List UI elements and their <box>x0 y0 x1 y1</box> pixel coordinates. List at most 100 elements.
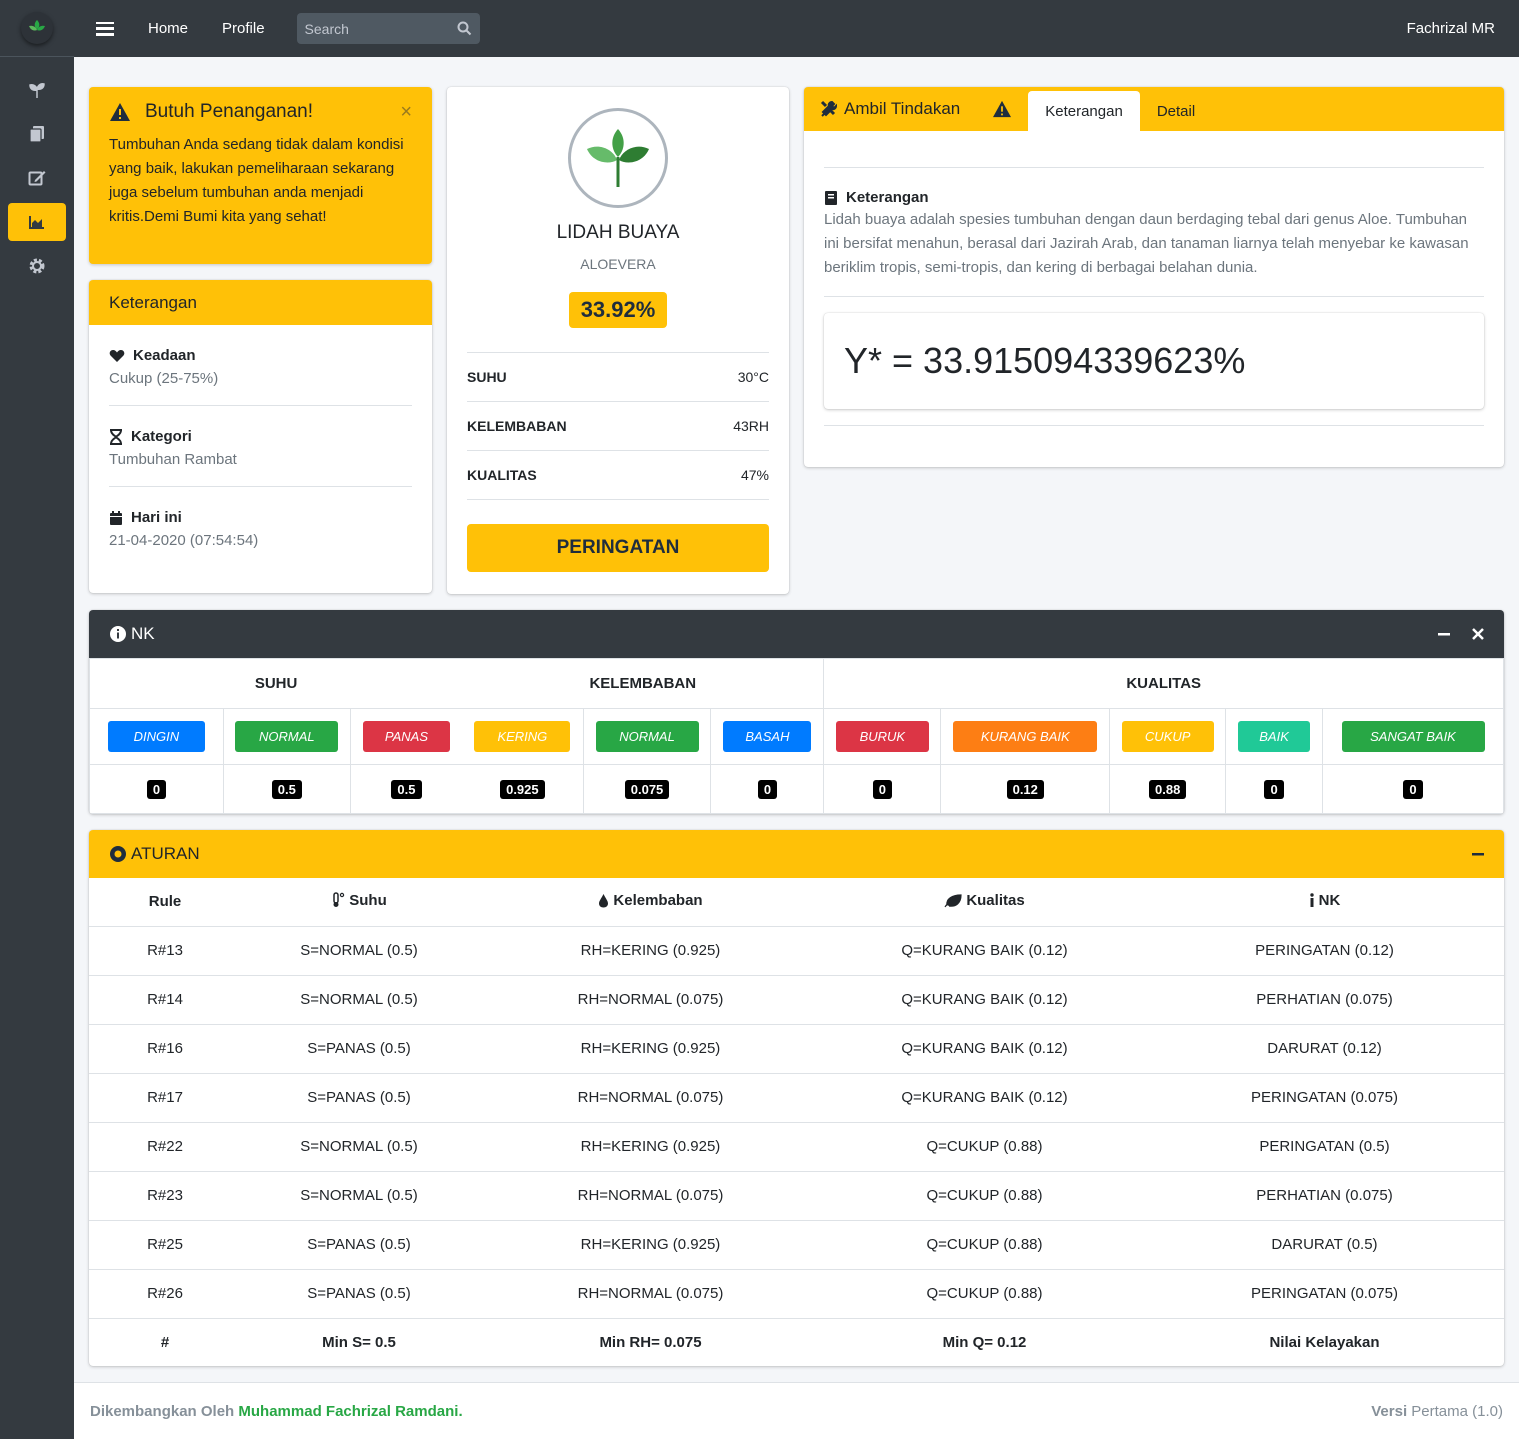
heart-icon <box>109 349 125 362</box>
nk-group-suhu: SUHU <box>89 658 463 709</box>
action-tabs: Ambil Tindakan Keterangan Detail <box>804 87 1504 131</box>
rule-cell: R#23 <box>89 1170 241 1220</box>
rules-footer-nilai: Nilai Kelayakan <box>1145 1317 1504 1366</box>
rules-header-rule: Rule <box>148 893 182 911</box>
book-icon <box>825 190 837 205</box>
tab-detail[interactable]: Detail <box>1140 91 1212 131</box>
brand[interactable] <box>0 0 74 57</box>
plant-card: LIDAH BUAYA ALOEVERA 33.92% SUHU 30°C KEL… <box>447 87 789 594</box>
action-title: Ambil Tindakan <box>820 87 960 131</box>
stat-row-kelembaban: KELEMBABAN 43RH <box>467 402 769 451</box>
rule-cell: RH=NORMAL (0.075) <box>477 974 824 1024</box>
rule-cell: S=PANAS (0.5) <box>241 1072 477 1122</box>
footer-version: Versi Pertama (1.0) <box>1371 1403 1503 1420</box>
user-name[interactable]: Fachrizal MR <box>1407 20 1495 37</box>
rules-title: ATURAN <box>131 844 200 863</box>
rule-row: R#25 S=PANAS (0.5) RH=KERING (0.925) Q=CUKU… <box>89 1219 1504 1269</box>
rules-header-kelembaban: Kelembaban <box>477 878 824 926</box>
nk-value: 0 <box>757 779 778 799</box>
rule-cell: Q=CUKUP (0.88) <box>824 1121 1145 1171</box>
nk-label: KERING <box>474 721 571 752</box>
nav-profile[interactable]: Profile <box>222 20 265 37</box>
search-input[interactable] <box>304 20 445 37</box>
close-icon[interactable] <box>1472 628 1484 640</box>
nk-value-cell: 0 <box>710 764 824 814</box>
alert-text: Tumbuhan Anda sedang tidak dalam kondisi… <box>109 136 404 225</box>
tools-icon <box>820 100 838 117</box>
topbar: Home Profile Fachrizal MR <box>74 0 1519 57</box>
footer-dev-link[interactable]: Muhammad Fachrizal Ramdani. <box>238 1403 462 1420</box>
rule-cell: Q=CUKUP (0.88) <box>824 1219 1145 1269</box>
minimize-icon[interactable] <box>1472 848 1484 860</box>
rule-cell: S=PANAS (0.5) <box>241 1023 477 1073</box>
seedling-icon <box>29 83 45 98</box>
rule-cell: R#13 <box>89 925 241 975</box>
alert-close-button[interactable]: × <box>400 101 412 124</box>
nk-label-cell: CUKUP <box>1109 708 1227 765</box>
tab-warning[interactable] <box>992 87 1012 131</box>
sidebar-item-pages[interactable] <box>8 115 66 153</box>
rules-header: ATURAN <box>89 830 1504 878</box>
rule-cell: Q=KURANG BAIK (0.12) <box>824 925 1145 975</box>
nav-home[interactable]: Home <box>148 20 188 37</box>
nk-label-cell: NORMAL <box>582 708 712 765</box>
nk-label-cell: DINGIN <box>89 708 224 765</box>
nk-value-cell: 0.12 <box>940 764 1111 814</box>
tab-keterangan[interactable]: Keterangan <box>1028 91 1140 131</box>
peringatan-button[interactable]: PERINGATAN <box>467 524 769 572</box>
warning-icon <box>993 100 1012 118</box>
keadaan-label: Keadaan <box>133 347 196 364</box>
sidebar-item-chart[interactable] <box>8 203 66 241</box>
nk-label: SANGAT BAIK <box>1341 721 1485 752</box>
rule-cell: Q=CUKUP (0.88) <box>824 1170 1145 1220</box>
copy-icon <box>29 126 44 143</box>
nk-value: 0.075 <box>624 779 670 799</box>
nk-label-cell: BURUK <box>823 708 942 765</box>
rules-card: ATURAN Rule Suhu Kelembaban Kualitas NK … <box>89 830 1504 1366</box>
rule-row: R#13 S=NORMAL (0.5) RH=KERING (0.925) Q=KUR… <box>89 925 1504 975</box>
nk-value-cell: 0 <box>823 764 942 814</box>
desc-text: Lidah buaya adalah spesies tumbuhan deng… <box>824 211 1469 276</box>
rule-row: R#22 S=NORMAL (0.5) RH=KERING (0.925) Q=CUK… <box>89 1121 1504 1171</box>
sidebar-item-settings[interactable] <box>8 247 66 285</box>
chart-area-icon <box>29 216 44 229</box>
nk-card: NK SUHU KELEMBABAN KUALITAS DINGIN NORMAL… <box>89 610 1504 814</box>
nk-label: DINGIN <box>107 721 205 752</box>
warning-icon <box>110 103 130 121</box>
rule-cell: PERHATIAN (0.075) <box>1145 974 1504 1024</box>
rules-footer-row: # Min S= 0.5 Min RH= 0.075 Min Q= 0.12 N… <box>89 1317 1504 1366</box>
sidebar-item-plant[interactable] <box>8 71 66 109</box>
info-card-title: Keterangan <box>89 280 432 325</box>
hourglass-icon <box>110 428 122 445</box>
desc-title: Keterangan <box>824 189 1484 206</box>
rule-cell: DARURAT (0.5) <box>1145 1219 1504 1269</box>
nk-label-cell: KURANG BAIK <box>940 708 1111 765</box>
nk-header: NK <box>89 610 1504 658</box>
sidebar-item-edit[interactable] <box>8 159 66 197</box>
sidebar <box>0 0 74 1439</box>
nk-value: 0.88 <box>1149 779 1187 799</box>
rule-cell: S=PANAS (0.5) <box>241 1219 477 1269</box>
rule-cell: RH=NORMAL (0.075) <box>477 1268 824 1318</box>
info-kategori: Kategori Tumbuhan Rambat <box>109 406 412 487</box>
rule-row: R#16 S=PANAS (0.5) RH=KERING (0.925) Q=KURA… <box>89 1023 1504 1073</box>
nk-value: 0.5 <box>391 779 422 799</box>
nk-label: PANAS <box>362 721 450 752</box>
minimize-icon[interactable] <box>1438 628 1450 640</box>
search-icon[interactable] <box>457 21 472 36</box>
rules-header-kualitas: Kualitas <box>824 878 1145 926</box>
search-box <box>296 13 480 44</box>
nk-label: KURANG BAIK <box>953 721 1098 752</box>
rule-cell: R#16 <box>89 1023 241 1073</box>
rule-cell: RH=KERING (0.925) <box>477 1121 824 1171</box>
rule-cell: S=PANAS (0.5) <box>241 1268 477 1318</box>
dot-circle-icon <box>110 846 126 862</box>
info-hari: Hari ini 21-04-2020 (07:54:54) <box>109 487 412 567</box>
menu-toggle-icon[interactable] <box>96 20 114 38</box>
brand-logo[interactable] <box>21 12 53 44</box>
rule-cell: S=NORMAL (0.5) <box>241 1170 477 1220</box>
rule-cell: R#14 <box>89 974 241 1024</box>
footer-dev-prefix: Dikembangkan Oleh <box>90 1402 235 1420</box>
stat-label: KELEMBABAN <box>467 418 567 434</box>
rule-cell: S=NORMAL (0.5) <box>241 1121 477 1171</box>
